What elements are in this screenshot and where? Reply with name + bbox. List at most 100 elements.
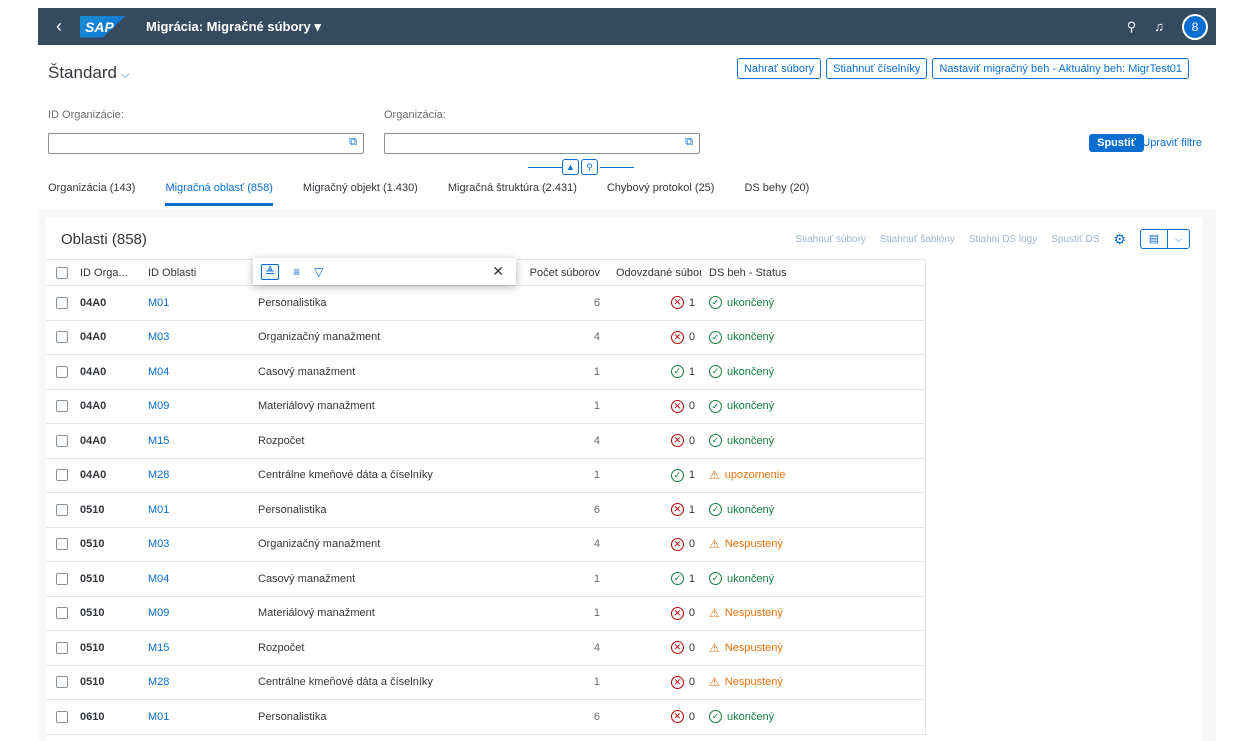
area-id-link[interactable]: M03 bbox=[140, 538, 250, 550]
value-help-icon[interactable]: ⧉ bbox=[349, 136, 357, 149]
group-icon[interactable]: ≡ bbox=[293, 265, 300, 279]
tab-ds-runs[interactable]: DS behy (20) bbox=[744, 182, 809, 206]
org-id-cell: 0510 bbox=[80, 503, 105, 516]
table-row[interactable]: 0510 M01 Personalistika 6 ✕ 1 ✓ ukončený bbox=[46, 493, 926, 528]
area-id-link[interactable]: M01 bbox=[140, 297, 250, 309]
row-checkbox[interactable] bbox=[56, 434, 68, 447]
area-id-link[interactable]: M15 bbox=[140, 642, 250, 654]
download-ds-logs-button[interactable]: Stiahni DS logy bbox=[969, 234, 1037, 245]
go-button[interactable]: Spustiť bbox=[1089, 134, 1144, 152]
close-icon[interactable]: ✕ bbox=[492, 263, 504, 280]
row-checkbox[interactable] bbox=[56, 710, 68, 723]
row-checkbox[interactable] bbox=[56, 365, 68, 378]
row-select-cell[interactable] bbox=[46, 434, 72, 447]
row-checkbox[interactable] bbox=[56, 572, 68, 585]
run-ds-button[interactable]: Spustiť DS bbox=[1051, 234, 1099, 245]
area-id-link[interactable]: M03 bbox=[140, 331, 250, 343]
adapt-filters-link[interactable]: Upraviť filtre bbox=[1142, 137, 1202, 149]
row-checkbox[interactable] bbox=[56, 641, 68, 654]
pin-header-icon[interactable]: ⚲ bbox=[581, 159, 598, 175]
row-checkbox[interactable] bbox=[56, 538, 68, 551]
tab-migration-area[interactable]: Migračná oblasť (858) bbox=[165, 182, 273, 206]
row-select-cell[interactable] bbox=[46, 503, 72, 516]
collapse-header-icon[interactable]: ▲ bbox=[562, 159, 579, 175]
area-id-link[interactable]: M01 bbox=[140, 711, 250, 723]
table-row[interactable]: 0510 M09 Materiálový manažment 1 ✕ 0 ⚠ Nespuste… bbox=[46, 596, 926, 631]
user-avatar-icon[interactable]: 8 bbox=[1182, 13, 1208, 40]
row-checkbox[interactable] bbox=[56, 607, 68, 620]
column-header-file-count[interactable]: Počet súborov bbox=[520, 267, 608, 279]
column-header-org-id[interactable]: ID Orga... bbox=[72, 267, 140, 279]
sort-icon[interactable]: ≜ bbox=[261, 263, 280, 280]
filter-icon[interactable]: ▽ bbox=[314, 265, 323, 279]
sap-logo[interactable]: SAP bbox=[80, 15, 126, 38]
settings-gear-icon[interactable]: ⚙ bbox=[1113, 231, 1126, 248]
area-id-link[interactable]: M09 bbox=[140, 400, 250, 412]
filter-org-id-input[interactable]: ⧉ bbox=[48, 133, 364, 154]
tab-migration-structure[interactable]: Migračná štruktúra (2.431) bbox=[448, 182, 577, 206]
table-row[interactable]: 0510 M04 Casový manažment 1 ✓ 1 ✓ ukončený bbox=[46, 562, 926, 597]
tab-error-log[interactable]: Chybový protokol (25) bbox=[607, 182, 715, 206]
row-select-cell[interactable] bbox=[46, 572, 72, 585]
select-all-checkbox[interactable] bbox=[56, 266, 68, 279]
error-icon: ✕ bbox=[670, 399, 684, 413]
table-row[interactable]: 0510 M28 Centrálne kmeňové dáta a číselník… bbox=[46, 665, 926, 700]
row-select-cell[interactable] bbox=[46, 710, 72, 723]
row-checkbox[interactable] bbox=[56, 331, 68, 344]
area-id-link[interactable]: M04 bbox=[140, 573, 250, 585]
area-id-link[interactable]: M09 bbox=[140, 607, 250, 619]
row-select-cell[interactable] bbox=[46, 538, 72, 551]
app-title-menu[interactable]: Migrácia: Migračné súbory ▾ bbox=[146, 19, 321, 35]
table-row[interactable]: 0610 M01 Personalistika 6 ✕ 0 ✓ ukončený bbox=[46, 700, 926, 735]
area-id-link[interactable]: M01 bbox=[140, 504, 250, 516]
row-select-cell[interactable] bbox=[46, 331, 72, 344]
success-icon: ✓ bbox=[709, 365, 722, 379]
tab-organization[interactable]: Organizácia (143) bbox=[48, 182, 135, 206]
table-row[interactable]: 04A0 M28 Centrálne kmeňové dáta a číselník… bbox=[46, 458, 926, 493]
row-checkbox[interactable] bbox=[56, 400, 68, 413]
row-checkbox[interactable] bbox=[56, 296, 68, 309]
table-row[interactable]: 0510 M15 Rozpočet 4 ✕ 0 ⚠ Nespustený bbox=[46, 631, 926, 666]
table-row[interactable]: 04A0 M03 Organizačný manažment 4 ✕ 0 ✓ ukončený bbox=[46, 320, 926, 355]
export-menu-button[interactable]: ▤ ⌵ bbox=[1140, 229, 1190, 249]
column-header-ds-status[interactable]: DS beh - Status bbox=[701, 260, 926, 285]
download-codelists-button[interactable]: Stiahnuť číselníky bbox=[826, 58, 928, 79]
row-select-cell[interactable] bbox=[46, 676, 72, 689]
row-select-cell[interactable] bbox=[46, 469, 72, 482]
row-select-cell[interactable] bbox=[46, 296, 72, 309]
table-row[interactable]: 04A0 M01 Personalistika 6 ✕ 1 ✓ ukončený bbox=[46, 286, 926, 321]
filter-org-input[interactable]: ⧉ bbox=[384, 133, 700, 154]
chevron-down-icon[interactable]: ⌵ bbox=[1167, 230, 1189, 248]
row-checkbox[interactable] bbox=[56, 469, 68, 482]
area-id-link[interactable]: M28 bbox=[140, 469, 250, 481]
area-id-link[interactable]: M15 bbox=[140, 435, 250, 447]
table-row[interactable]: 04A0 M04 Casový manažment 1 ✓ 1 ✓ ukončený bbox=[46, 355, 926, 390]
set-migration-run-button[interactable]: Nastaviť migračný beh - Aktuálny beh: Mi… bbox=[932, 58, 1189, 79]
export-icon[interactable]: ▤ bbox=[1141, 230, 1167, 248]
row-select-cell[interactable] bbox=[46, 400, 72, 413]
back-icon[interactable]: ‹ bbox=[44, 16, 74, 37]
table-row[interactable]: 04A0 M15 Rozpočet 4 ✕ 0 ✓ ukončený bbox=[46, 424, 926, 459]
row-select-cell[interactable] bbox=[46, 607, 72, 620]
column-header-uploaded-files[interactable]: Odovzdané súbory bbox=[608, 267, 701, 279]
table-row[interactable]: 04A0 M09 Materiálový manažment 1 ✕ 0 ✓ ukončený bbox=[46, 389, 926, 424]
search-icon[interactable]: ⚲ bbox=[1127, 19, 1137, 35]
download-templates-button[interactable]: Stiahnuť šablóny bbox=[880, 234, 955, 245]
notifications-bell-icon[interactable]: ♫ bbox=[1154, 19, 1164, 34]
area-name-cell: Personalistika bbox=[258, 710, 327, 723]
column-header-area-id[interactable]: ID Oblasti bbox=[140, 267, 250, 279]
area-id-link[interactable]: M04 bbox=[140, 366, 250, 378]
table-row[interactable]: 0510 M03 Organizačný manažment 4 ✕ 0 ⚠ Nespuste… bbox=[46, 527, 926, 562]
tab-migration-object[interactable]: Migračný objekt (1.430) bbox=[303, 182, 418, 206]
row-checkbox[interactable] bbox=[56, 503, 68, 516]
variant-selector[interactable]: Štandard ⌵ bbox=[48, 63, 129, 83]
area-id-link[interactable]: M28 bbox=[140, 676, 250, 688]
row-checkbox[interactable] bbox=[56, 676, 68, 689]
upload-files-button[interactable]: Nahrať súbory bbox=[736, 58, 822, 79]
uploaded-count: 1 bbox=[688, 503, 695, 516]
row-select-cell[interactable] bbox=[46, 365, 72, 378]
value-help-icon[interactable]: ⧉ bbox=[685, 136, 693, 149]
download-files-button[interactable]: Stiahnuť súbory bbox=[795, 234, 865, 245]
select-all-cell[interactable] bbox=[46, 266, 72, 279]
row-select-cell[interactable] bbox=[46, 641, 72, 654]
